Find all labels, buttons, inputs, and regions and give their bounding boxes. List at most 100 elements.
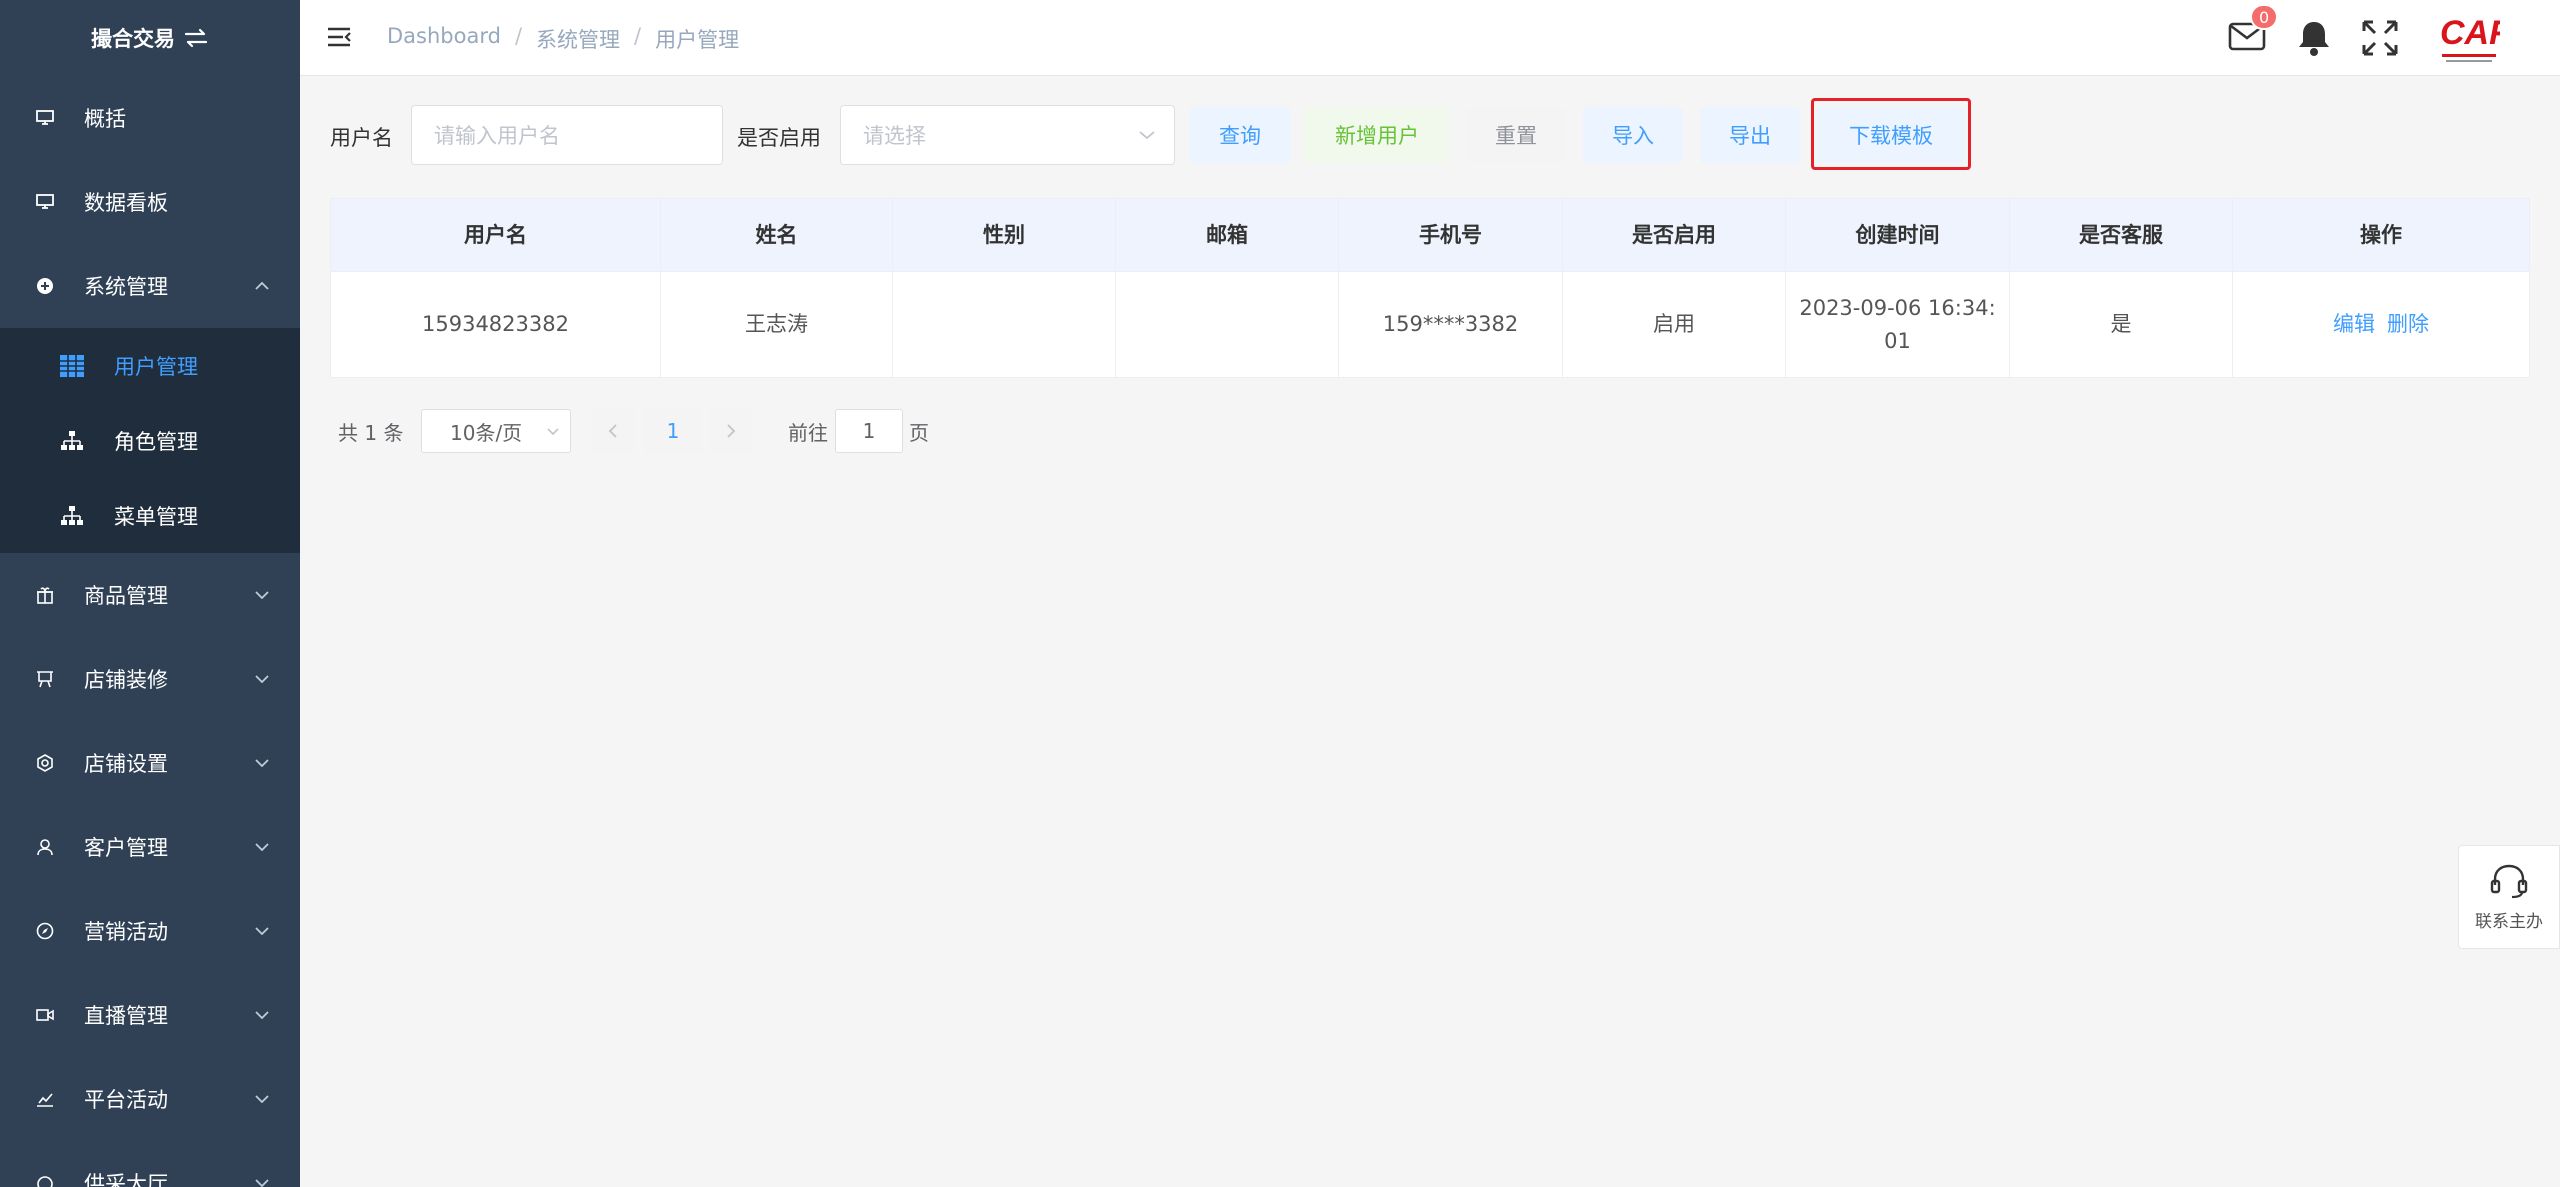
grid-table-icon <box>60 354 84 378</box>
enabled-placeholder: 请选择 <box>863 124 926 148</box>
top-header: Dashboard / 系统管理 / 用户管理 <box>300 0 2560 76</box>
monitor-icon <box>34 191 56 213</box>
prev-page-button[interactable] <box>592 409 634 453</box>
query-button[interactable]: 查询 <box>1190 107 1290 163</box>
sidebar-item-label: 菜单管理 <box>114 504 198 529</box>
breadcrumb-system[interactable]: 系统管理 <box>536 24 620 54</box>
plus-circle-icon <box>34 275 56 297</box>
page-unit-label: 页 <box>909 420 929 445</box>
sidebar-item-dashboard[interactable]: 数据看板 <box>0 160 300 244</box>
sidebar-item-system[interactable]: 系统管理 <box>0 244 300 328</box>
sidebar-item-label: 营销活动 <box>84 920 168 944</box>
breadcrumb-dashboard[interactable]: Dashboard <box>387 24 501 54</box>
highlight-box <box>1811 98 1971 170</box>
cell-email <box>1116 272 1339 377</box>
reset-button[interactable]: 重置 <box>1466 107 1566 163</box>
chevron-down-icon <box>254 1094 270 1104</box>
breadcrumb-current: 用户管理 <box>655 28 740 52</box>
user-icon <box>34 836 56 858</box>
chevron-left-icon <box>608 424 617 438</box>
column-header: 邮箱 <box>1116 199 1339 271</box>
cell-is-service: 是 <box>2010 272 2233 377</box>
swap-icon[interactable] <box>183 27 209 49</box>
sidebar-item-procurement-hall[interactable]: 供采大厅 <box>0 1141 300 1187</box>
username-placeholder: 请输入用户名 <box>434 124 560 148</box>
sidebar-item-store-decoration[interactable]: 店铺装修 <box>0 637 300 721</box>
org-tree-icon <box>60 429 84 453</box>
breadcrumb: Dashboard / 系统管理 / 用户管理 <box>387 24 739 54</box>
hamburger-icon[interactable] <box>326 24 352 50</box>
headset-icon <box>2489 863 2529 899</box>
brand-title[interactable]: 撮合交易 <box>0 0 300 76</box>
cell-phone: 159****3382 <box>1339 272 1563 377</box>
table-row: 15934823382 王志涛 159****3382 启用 2023-09-0… <box>331 271 2529 377</box>
cell-enabled: 启用 <box>1563 272 1786 377</box>
sidebar: 撮合交易 概括 数据看板 系统管理 用户管理 角色管理 菜单管理 商品管理 店铺… <box>0 0 300 1187</box>
breadcrumb-separator: / <box>514 24 523 48</box>
mail-badge: 0 <box>2250 4 2279 30</box>
chevron-down-icon <box>254 1178 270 1187</box>
contact-organizer-button[interactable]: 联系主办 <box>2458 845 2560 949</box>
sidebar-item-platform-events[interactable]: 平台活动 <box>0 1057 300 1141</box>
column-header: 是否客服 <box>2010 199 2233 271</box>
sidebar-item-label: 数据看板 <box>84 191 168 215</box>
sidebar-item-label: 系统管理 <box>84 275 168 299</box>
fullscreen-icon[interactable] <box>2360 18 2400 58</box>
sidebar-item-user-management[interactable]: 用户管理 <box>0 328 300 403</box>
chevron-down-icon <box>546 427 560 436</box>
sidebar-item-marketing[interactable]: 营销活动 <box>0 889 300 973</box>
sidebar-item-products[interactable]: 商品管理 <box>0 553 300 637</box>
camera-icon <box>34 1004 56 1026</box>
page-number-current[interactable]: 1 <box>644 409 702 453</box>
sidebar-item-store-settings[interactable]: 店铺设置 <box>0 721 300 805</box>
chevron-down-icon <box>254 926 270 936</box>
column-header: 手机号 <box>1339 199 1563 271</box>
chevron-down-icon <box>254 1010 270 1020</box>
brand-label: 撮合交易 <box>91 27 175 51</box>
compass-icon <box>34 920 56 942</box>
cell-name: 王志涛 <box>661 272 893 377</box>
enabled-select[interactable]: 请选择 <box>840 105 1175 165</box>
hall-icon <box>34 1172 56 1187</box>
sidebar-item-label: 客户管理 <box>84 836 168 860</box>
svg-text:CAF: CAF <box>2440 14 2500 52</box>
cell-gender <box>893 272 1116 377</box>
export-button[interactable]: 导出 <box>1700 107 1800 163</box>
sidebar-item-live[interactable]: 直播管理 <box>0 973 300 1057</box>
next-page-button[interactable] <box>710 409 752 453</box>
username-label: 用户名 <box>330 126 393 150</box>
chevron-right-icon <box>727 424 736 438</box>
goto-label: 前往 <box>788 420 828 445</box>
sidebar-item-label: 角色管理 <box>114 429 198 454</box>
column-header: 是否启用 <box>1563 199 1786 271</box>
edit-link[interactable]: 编辑 <box>2333 308 2375 341</box>
breadcrumb-separator: / <box>634 24 642 48</box>
username-input[interactable]: 请输入用户名 <box>411 105 723 165</box>
bell-icon[interactable] <box>2297 20 2331 56</box>
org-tree-icon <box>60 504 84 528</box>
system-submenu: 用户管理 角色管理 菜单管理 <box>0 328 300 553</box>
column-header: 操作 <box>2360 222 2402 247</box>
import-button[interactable]: 导入 <box>1583 107 1683 163</box>
page-size-label: 10条/页 <box>450 420 523 445</box>
column-header: 创建时间 <box>1786 199 2010 271</box>
sidebar-item-label: 店铺装修 <box>84 668 168 692</box>
caf-logo: CAF <box>2440 12 2511 68</box>
table-header: 用户名 姓名 性别 邮箱 手机号 是否启用 创建时间 是否客服 操作 <box>331 199 2529 271</box>
sidebar-item-label: 商品管理 <box>84 584 168 608</box>
gear-icon <box>34 752 56 774</box>
delete-link[interactable]: 删除 <box>2387 308 2429 341</box>
sidebar-item-overview[interactable]: 概括 <box>0 76 300 160</box>
monitor-icon <box>34 107 56 129</box>
cell-created: 2023-09-06 16:34:01 <box>1786 272 2010 377</box>
page-size-select[interactable]: 10条/页 <box>421 409 571 453</box>
sidebar-item-role-management[interactable]: 角色管理 <box>0 403 300 478</box>
add-user-button[interactable]: 新增用户 <box>1305 107 1449 163</box>
chevron-up-icon <box>254 281 270 291</box>
goto-page-input[interactable]: 1 <box>835 409 903 453</box>
sidebar-item-customers[interactable]: 客户管理 <box>0 805 300 889</box>
sidebar-item-menu-management[interactable]: 菜单管理 <box>0 478 300 553</box>
sidebar-item-label: 平台活动 <box>84 1088 168 1112</box>
chevron-down-icon <box>1138 130 1156 140</box>
sidebar-item-label: 直播管理 <box>84 1004 168 1028</box>
